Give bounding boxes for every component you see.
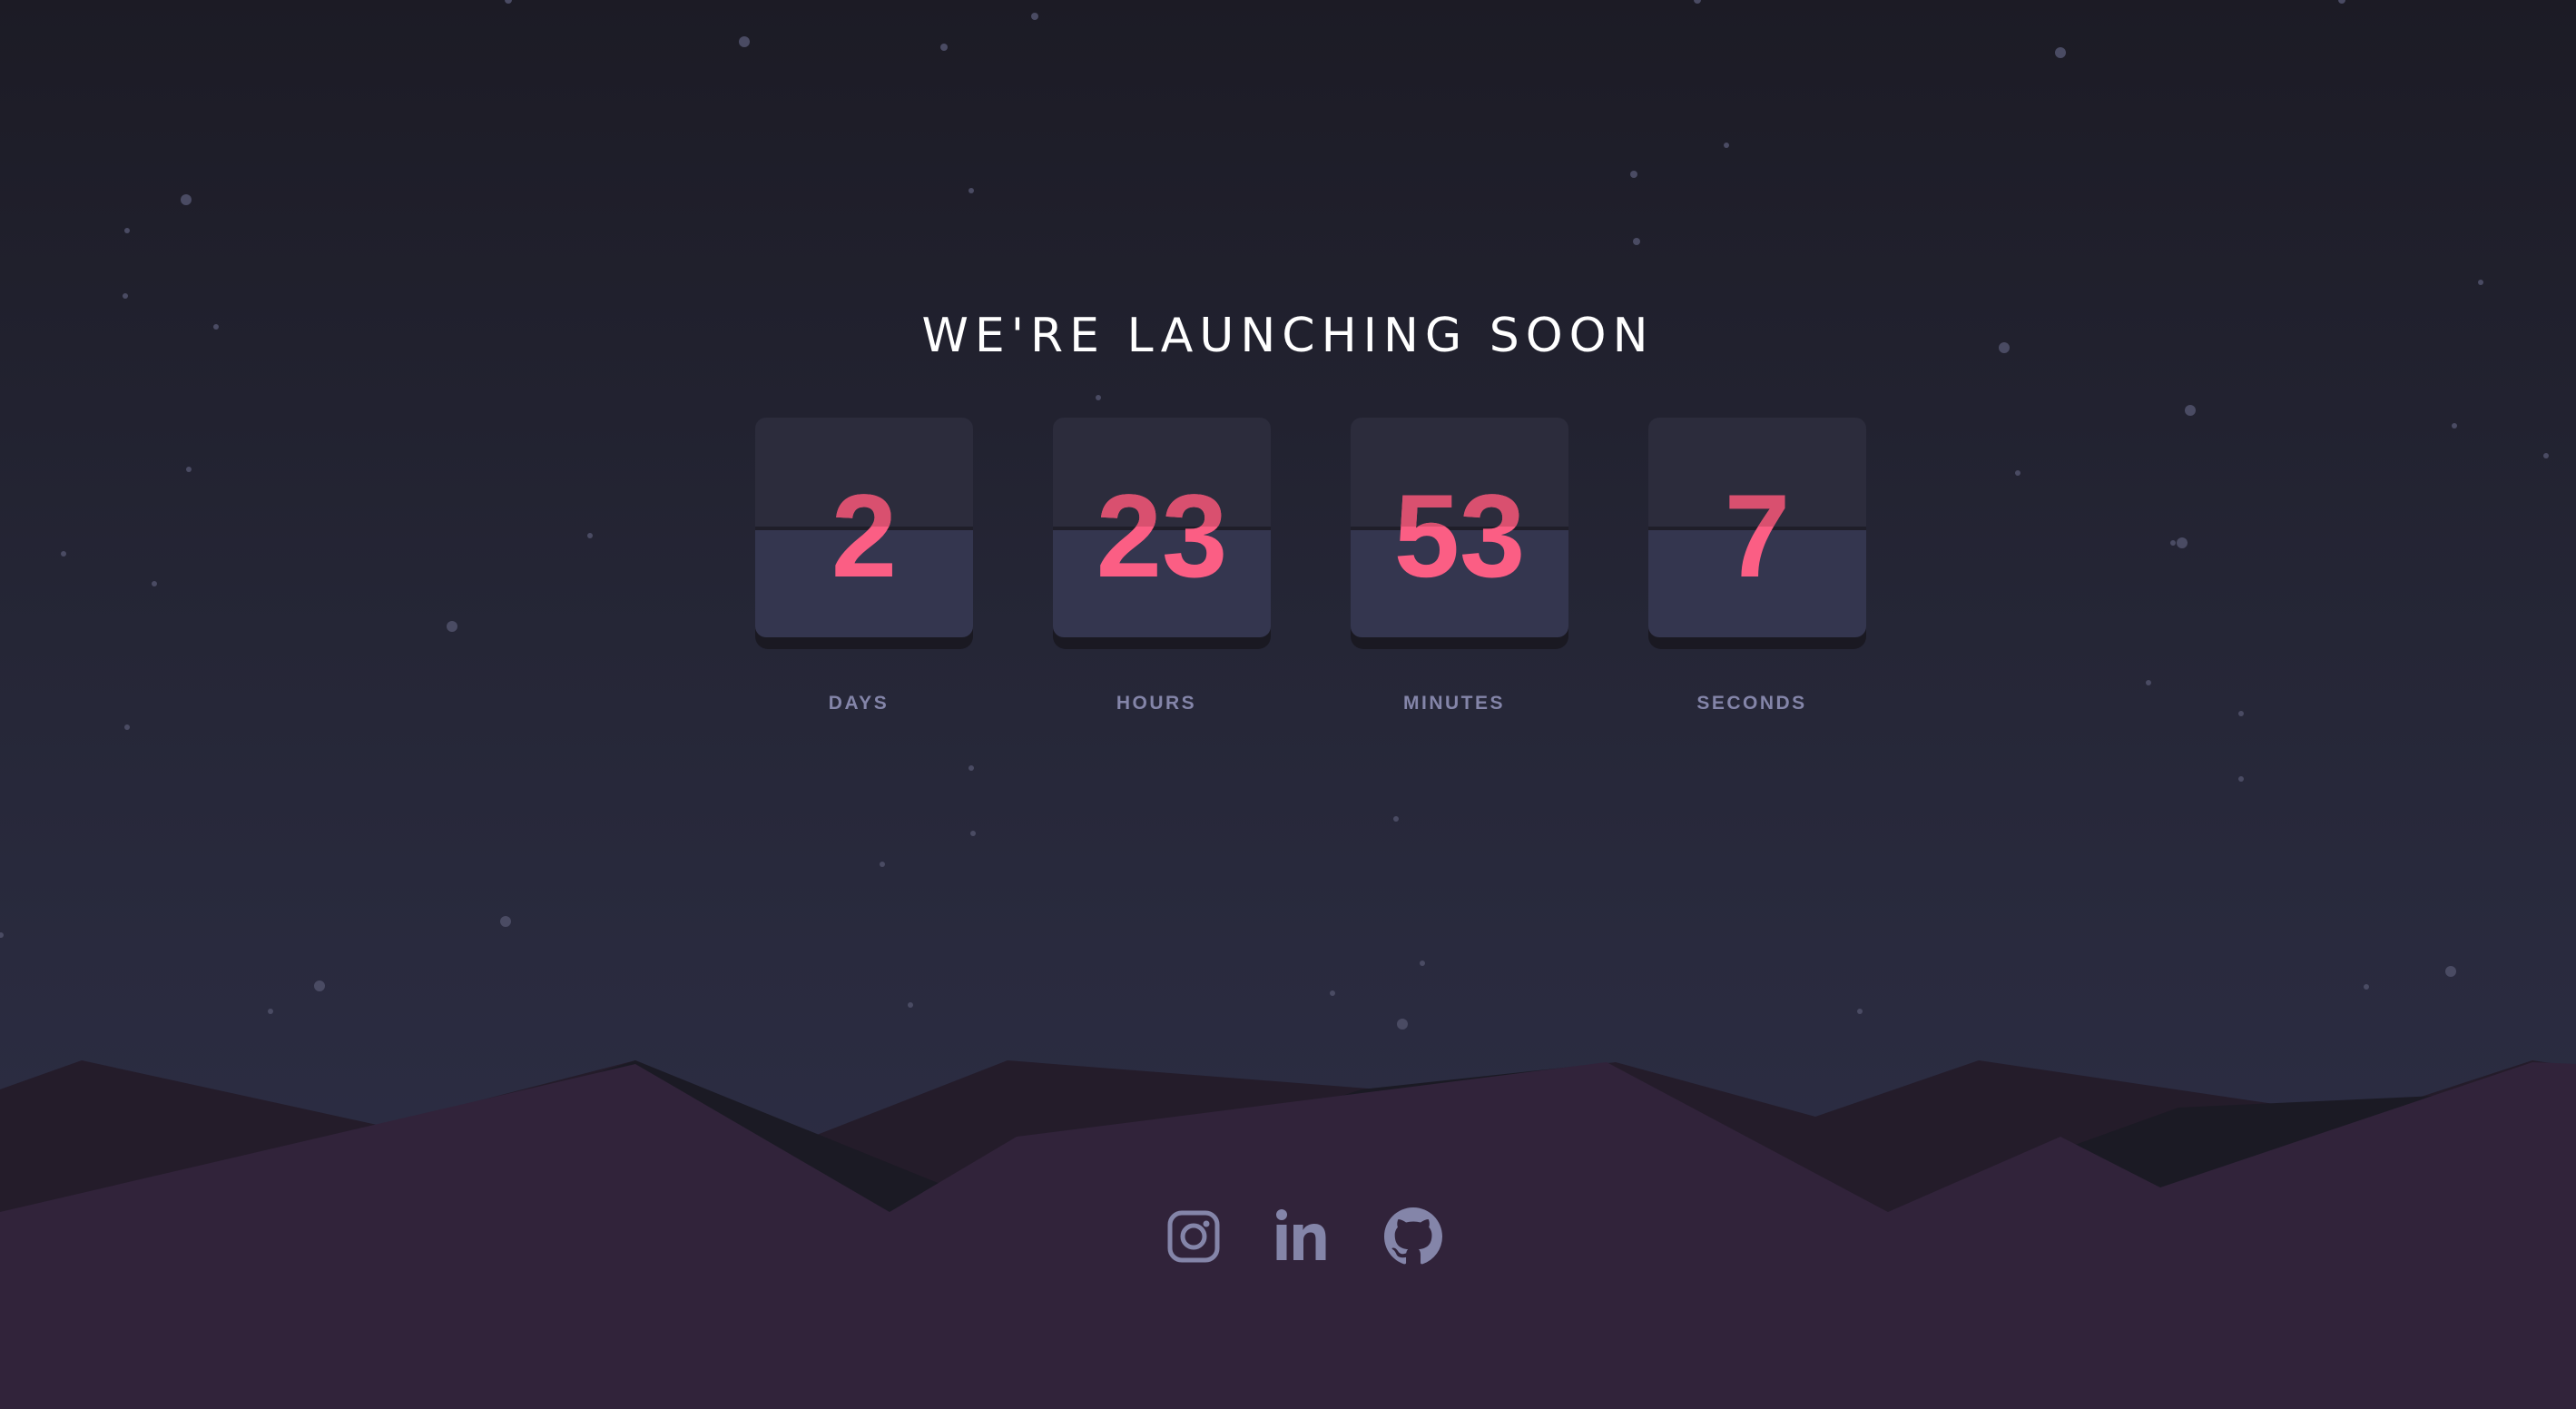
hours-flip-card: 23 23 [1053, 418, 1271, 649]
seconds-label: SECONDS [1696, 693, 1807, 714]
days-label: DAYS [828, 693, 890, 714]
hours-label: HOURS [1116, 693, 1197, 714]
days-flip-card: 2 2 [755, 418, 973, 649]
page-title: WE'RE LAUNCHING SOON [921, 309, 1655, 363]
instagram-icon [1167, 1210, 1220, 1263]
minutes-label: MINUTES [1403, 693, 1505, 714]
linkedin-icon [1276, 1209, 1326, 1260]
instagram-link[interactable] [1165, 1207, 1223, 1266]
github-icon [1384, 1207, 1442, 1265]
github-link[interactable] [1384, 1207, 1442, 1266]
seconds-flip-card: 7 7 [1648, 418, 1866, 649]
minutes-flip-card: 53 53 [1351, 418, 1568, 649]
linkedin-link[interactable] [1273, 1207, 1331, 1266]
hills-background [0, 1060, 2576, 1409]
